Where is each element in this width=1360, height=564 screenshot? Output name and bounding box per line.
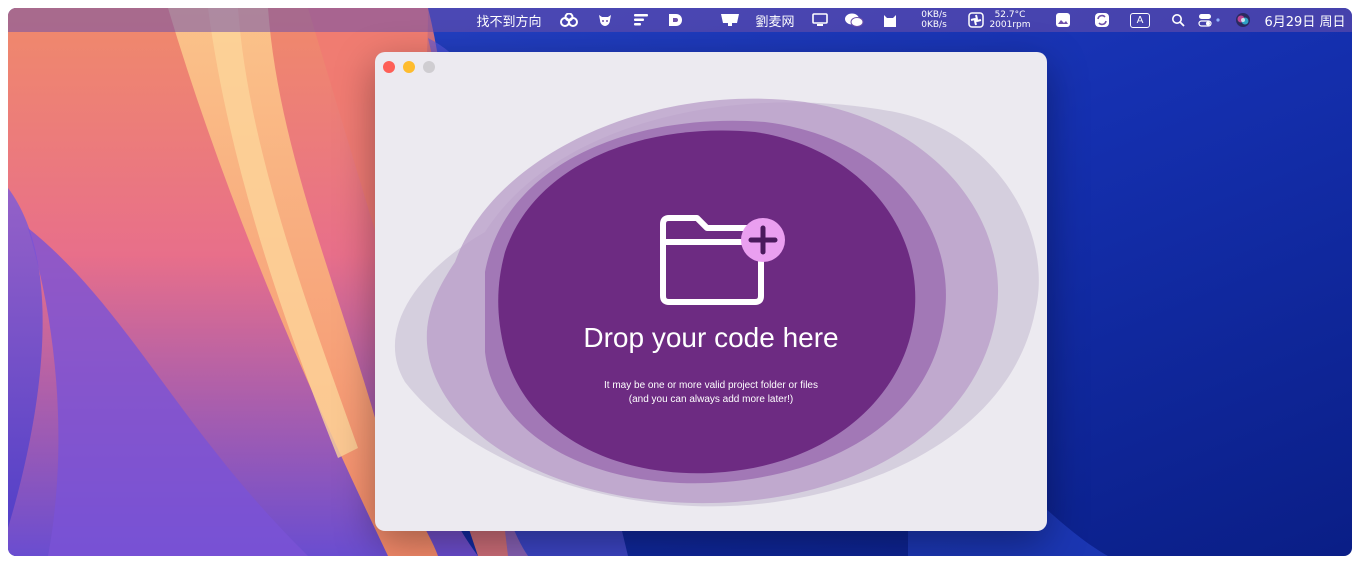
- link-rings-icon[interactable]: [557, 8, 581, 32]
- d-app-icon[interactable]: [664, 8, 686, 32]
- fan-speed-value: 2001rpm: [989, 20, 1031, 30]
- list-lines-icon[interactable]: [630, 8, 652, 32]
- cat-icon[interactable]: [879, 8, 901, 32]
- drop-subtitle-line2: (and you can always add more later!): [628, 394, 794, 405]
- menubar-network-label[interactable]: 劉麦网: [753, 8, 797, 32]
- display-icon[interactable]: [718, 8, 742, 32]
- menubar-app-label[interactable]: 找不到方向: [474, 8, 544, 32]
- menu-bar: 找不到方向 劉麦网 0KB/s 0KB/s 52.7°C 2001rpm A 6…: [8, 8, 1352, 32]
- add-folder-icon: [660, 215, 785, 305]
- search-icon[interactable]: [1168, 8, 1188, 32]
- drop-subtitle-line1: It may be one or more valid project fold…: [604, 380, 818, 391]
- siri-icon[interactable]: [1232, 8, 1254, 32]
- control-center-icon[interactable]: [1196, 8, 1224, 32]
- net-down-speed: 0KB/s: [921, 20, 947, 30]
- photo-icon[interactable]: [1052, 8, 1074, 32]
- menubar-clock[interactable]: 6月29日 周日: [1262, 8, 1348, 32]
- input-source-label: A: [1130, 12, 1150, 28]
- input-source-indicator[interactable]: A: [1128, 8, 1152, 32]
- fan-icon[interactable]: [966, 8, 986, 32]
- cow-icon[interactable]: [594, 8, 616, 32]
- sensor-readout[interactable]: 52.7°C 2001rpm: [986, 8, 1034, 32]
- app-window: Drop your code here It may be one or mor…: [375, 52, 1047, 531]
- sync-icon[interactable]: [1091, 8, 1113, 32]
- temperature-value: 52.7°C: [994, 10, 1026, 20]
- drop-title: Drop your code here: [583, 322, 839, 353]
- network-speed[interactable]: 0KB/s 0KB/s: [914, 8, 954, 32]
- desktop: 找不到方向 劉麦网 0KB/s 0KB/s 52.7°C 2001rpm A 6…: [8, 8, 1352, 556]
- net-up-speed: 0KB/s: [921, 10, 947, 20]
- wechat-icon[interactable]: [842, 8, 866, 32]
- monitor-icon[interactable]: [809, 8, 831, 32]
